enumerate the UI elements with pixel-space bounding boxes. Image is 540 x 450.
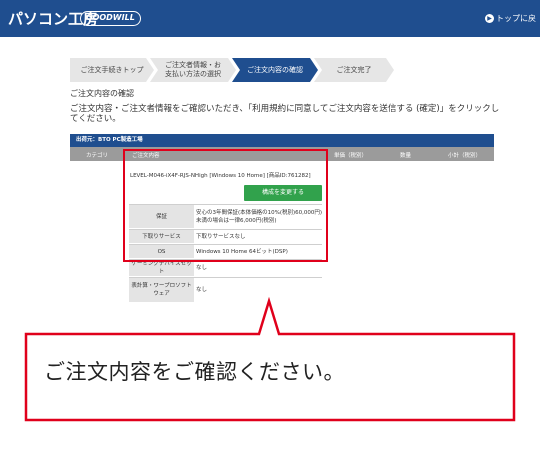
callout-text: ご注文内容をご確認ください。 <box>44 360 345 384</box>
